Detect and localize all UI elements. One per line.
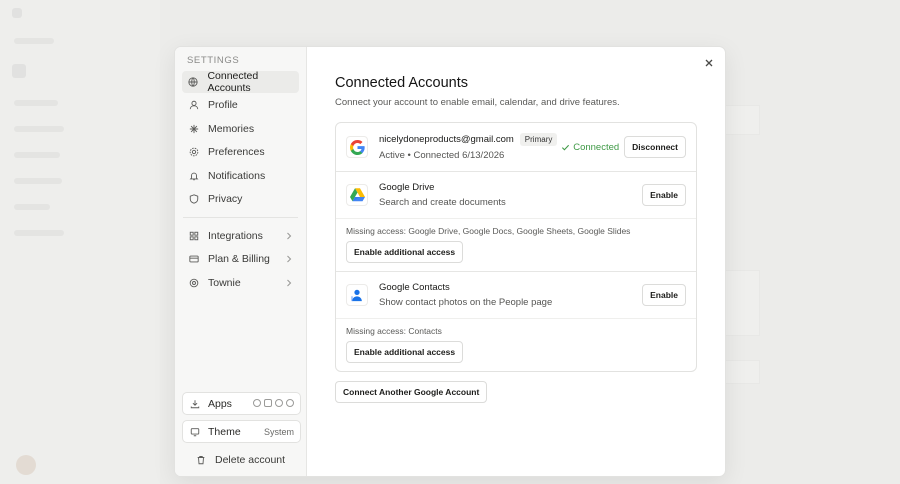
user-icon [188, 100, 199, 111]
apps-label: Apps [208, 397, 232, 410]
sidebar-item-label: Plan & Billing [208, 253, 270, 266]
slack-icon [264, 399, 272, 407]
connected-accounts-panel: Connected Accounts Connect your account … [307, 47, 725, 476]
settings-heading: SETTINGS [187, 55, 240, 66]
google-contacts-row: Google Contacts Show contact photos on t… [336, 271, 696, 371]
bell-icon [188, 170, 199, 181]
page-subtitle: Connect your account to enable email, ca… [335, 97, 620, 108]
sidebar-divider [183, 216, 298, 218]
theme-label: Theme [208, 425, 241, 438]
sidebar-item-memories[interactable]: Memories [182, 118, 299, 140]
globe-icon [188, 77, 198, 88]
gear-icon [188, 147, 199, 158]
download-icon [189, 398, 200, 409]
google-drive-row: Google Drive Search and create documents… [336, 171, 696, 271]
enable-additional-access-button[interactable]: Enable additional access [346, 341, 464, 363]
google-account-row: nicelydoneproducts@gmail.com Primary Act… [336, 123, 696, 171]
shield-icon [188, 193, 199, 204]
page-title: Connected Accounts [335, 75, 469, 91]
trash-icon [195, 455, 206, 466]
settings-sidebar: SETTINGS Connected Accounts Profile Memo… [175, 47, 307, 476]
apps-button[interactable]: Apps [182, 392, 301, 415]
sidebar-item-label: Preferences [208, 146, 265, 159]
chevron-right-icon [287, 232, 292, 240]
accounts-list: nicelydoneproducts@gmail.com Primary Act… [335, 122, 697, 372]
sidebar-item-notifications[interactable]: Notifications [182, 165, 299, 187]
sidebar-item-profile[interactable]: Profile [182, 94, 299, 116]
sidebar-item-plan-billing[interactable]: Plan & Billing [182, 248, 299, 270]
enable-google-drive-button[interactable]: Enable [642, 184, 686, 206]
primary-badge: Primary [519, 133, 558, 146]
missing-access-text: Missing access: Google Drive, Google Doc… [346, 226, 631, 236]
service-description: Search and create documents [379, 197, 506, 208]
close-icon[interactable] [703, 57, 715, 69]
chevron-right-icon [287, 255, 292, 263]
connected-status: Connected [561, 142, 619, 153]
check-icon [562, 144, 570, 151]
sidebar-item-label: Connected Accounts [207, 70, 259, 94]
sidebar-item-label: Profile [208, 99, 238, 112]
delete-account-button[interactable]: Delete account [189, 449, 308, 471]
sidebar-item-label: Privacy [208, 192, 243, 205]
disconnect-button[interactable]: Disconnect [624, 136, 686, 158]
chevron-right-icon [287, 279, 292, 287]
sidebar-item-label: Integrations [208, 229, 263, 242]
sidebar-item-privacy[interactable]: Privacy [182, 188, 299, 210]
sidebar-item-integrations[interactable]: Integrations [182, 225, 299, 247]
telegram-icon [275, 399, 283, 407]
app-platform-icons [253, 399, 294, 407]
sidebar-item-label: Notifications [208, 169, 266, 182]
google-icon [346, 136, 368, 158]
sparkle-icon [188, 123, 199, 134]
enable-additional-access-button[interactable]: Enable additional access [346, 241, 464, 263]
whatsapp-icon [286, 399, 294, 407]
theme-selector[interactable]: Theme System [182, 420, 301, 443]
grid-icon [188, 230, 199, 241]
sidebar-item-preferences[interactable]: Preferences [182, 141, 299, 163]
credit-card-icon [188, 254, 199, 265]
account-status-line: Active • Connected 6/13/2026 [379, 150, 505, 161]
service-name: Google Contacts [379, 282, 450, 293]
service-description: Show contact photos on the People page [379, 297, 553, 308]
sidebar-item-label: Memories [208, 122, 255, 135]
townie-icon [188, 277, 199, 288]
sidebar-item-townie[interactable]: Townie [182, 272, 299, 294]
connect-another-account-button[interactable]: Connect Another Google Account [335, 381, 488, 403]
apple-icon [253, 399, 261, 407]
enable-google-contacts-button[interactable]: Enable [642, 284, 686, 306]
settings-modal: SETTINGS Connected Accounts Profile Memo… [174, 46, 726, 477]
google-drive-icon [346, 184, 368, 206]
delete-account-label: Delete account [215, 454, 286, 466]
service-name: Google Drive [379, 182, 435, 193]
sidebar-item-connected-accounts[interactable]: Connected Accounts [182, 70, 299, 94]
google-contacts-icon [346, 284, 368, 306]
missing-access-text: Missing access: Contacts [346, 326, 442, 336]
connected-label: Connected [573, 141, 620, 153]
sidebar-item-label: Townie [208, 276, 241, 289]
account-email: nicelydoneproducts@gmail.com [379, 134, 514, 145]
monitor-icon [189, 426, 200, 437]
theme-value: System [263, 427, 294, 437]
